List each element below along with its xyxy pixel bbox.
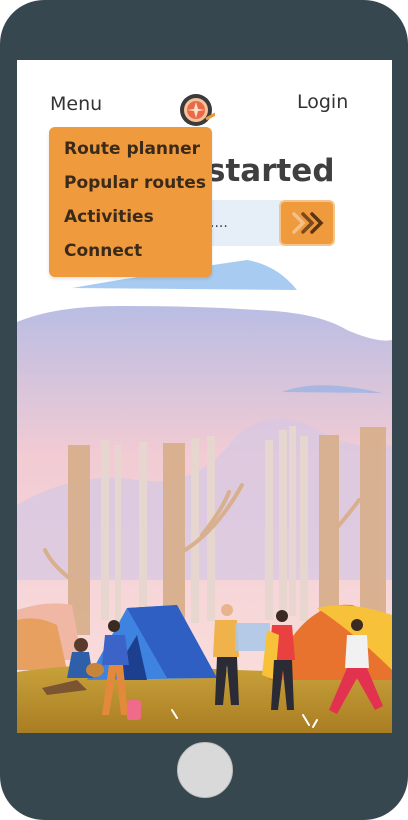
compass-logo-icon[interactable] [179, 92, 215, 128]
search-go-button[interactable] [279, 200, 335, 246]
page-heading: started [207, 153, 335, 189]
phone-frame: Menu Login started Route planner Popular… [0, 0, 408, 820]
login-link[interactable]: Login [297, 91, 348, 113]
menu-item-popular-routes[interactable]: Popular routes [64, 173, 206, 193]
menu-item-activities[interactable]: Activities [64, 207, 154, 227]
app-screen: Menu Login started Route planner Popular… [17, 60, 392, 733]
search-input[interactable] [202, 200, 282, 246]
menu-item-connect[interactable]: Connect [64, 241, 142, 261]
double-chevron-right-icon [292, 212, 324, 234]
menu-item-route-planner[interactable]: Route planner [64, 139, 200, 159]
dropdown-menu: Route planner Popular routes Activities … [49, 127, 212, 277]
search-box [202, 200, 282, 246]
home-button[interactable] [177, 742, 233, 798]
menu-link[interactable]: Menu [50, 93, 102, 115]
